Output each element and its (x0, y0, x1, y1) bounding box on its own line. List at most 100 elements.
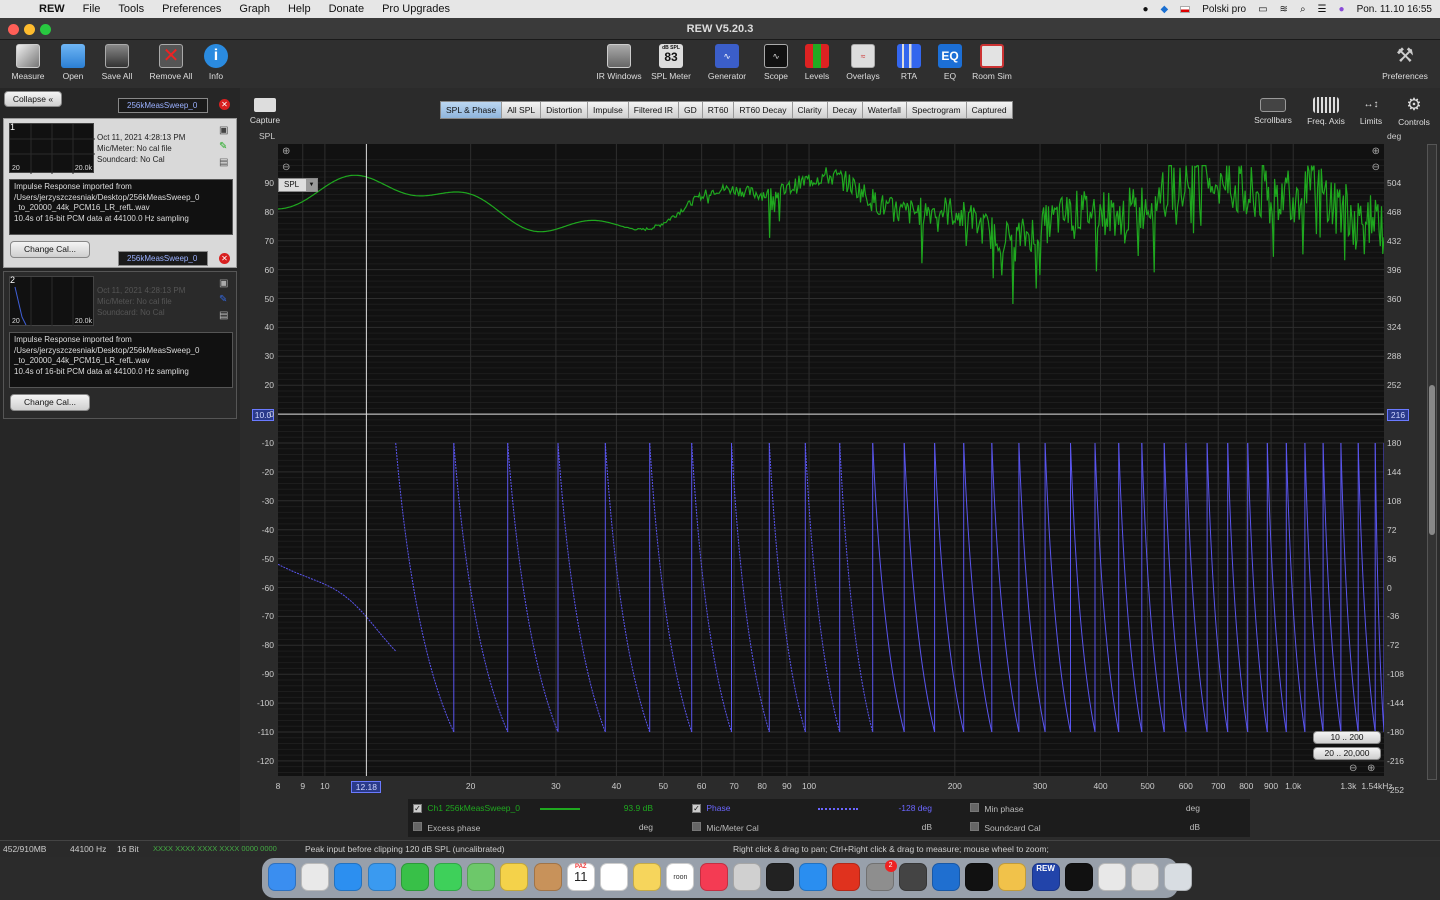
photo-app-icon[interactable] (998, 863, 1027, 891)
scrollbar-thumb[interactable] (1429, 385, 1435, 535)
tab-rt60[interactable]: RT60 (702, 102, 735, 118)
levels-button[interactable]: Levels (792, 44, 842, 81)
legend-row-spl[interactable]: ✓ Ch1 256kMeasSweep_0 93.9 dB (413, 803, 683, 813)
legend-row-excess-phase[interactable]: Excess phase deg (413, 822, 683, 833)
measurement-card-2[interactable]: 2 20 20.0k Oct 11, 2021 4:28:13 PM Mic/M… (3, 271, 237, 419)
freq-axis-button[interactable]: Freq. Axis (1301, 96, 1351, 126)
color-pen-icon[interactable]: ✎ (219, 294, 227, 305)
roon-icon[interactable]: roon (666, 863, 695, 891)
save-icon[interactable]: ▣ (219, 278, 228, 289)
menu-donate[interactable]: Donate (320, 3, 373, 15)
spl-meter-button[interactable]: dB SPL 83 SPL Meter (646, 44, 696, 81)
app-store-icon[interactable] (799, 863, 828, 891)
tab-distortion[interactable]: Distortion (541, 102, 589, 118)
menu-preferences[interactable]: Preferences (153, 3, 230, 15)
open-button[interactable]: Open (48, 44, 98, 81)
delete-measurement-icon[interactable]: ✕ (219, 253, 230, 264)
facetime-icon[interactable] (400, 863, 429, 891)
measurement-card-1[interactable]: 1 20 20.0k Oct 11, 2021 4:28:13 PM Mic/M… (3, 118, 237, 268)
range-10-200-button[interactable]: 10 .. 200 (1313, 731, 1381, 744)
info-button[interactable]: i Info (191, 44, 241, 81)
legend-row-mic-cal[interactable]: Mic/Meter Cal dB (692, 822, 962, 833)
legend-row-soundcard-cal[interactable]: Soundcard Cal dB (970, 822, 1240, 833)
minimize-window-button[interactable] (24, 24, 35, 35)
tab-spl-phase[interactable]: SPL & Phase (441, 102, 503, 118)
battery-icon[interactable]: ▭ (1258, 4, 1267, 15)
zoom-in-icon[interactable]: ⊕ (282, 146, 290, 157)
checkbox-checked-icon[interactable]: ✓ (413, 804, 422, 813)
menu-file[interactable]: File (74, 3, 110, 15)
zoom-in-icon[interactable]: ⊕ (1372, 146, 1380, 157)
notes-icon[interactable]: ▤ (219, 310, 228, 321)
downloads-icon[interactable] (1131, 863, 1160, 891)
tab-spectrogram[interactable]: Spectrogram (906, 102, 967, 118)
graph-canvas[interactable] (278, 144, 1384, 776)
zoom-out-icon[interactable]: ⊖ (1349, 763, 1357, 774)
zoom-window-button[interactable] (40, 24, 51, 35)
menu-app[interactable]: REW (30, 3, 74, 15)
checkbox-icon[interactable] (413, 822, 422, 831)
rew-dock-icon[interactable]: REW (1031, 863, 1060, 891)
music-icon[interactable] (699, 863, 728, 891)
legend-row-phase[interactable]: ✓ Phase -128 deg (692, 803, 962, 813)
tab-waterfall[interactable]: Waterfall (862, 102, 907, 118)
maps-icon[interactable] (467, 863, 496, 891)
capture-button[interactable]: Capture (240, 96, 290, 125)
tab-decay[interactable]: Decay (827, 102, 863, 118)
menu-pro-upgrades[interactable]: Pro Upgrades (373, 3, 459, 15)
photos-icon[interactable] (500, 863, 529, 891)
flash-icon[interactable] (832, 863, 861, 891)
tab-impulse[interactable]: Impulse (588, 102, 629, 118)
system-preferences-icon[interactable]: 2 (865, 860, 897, 891)
teamviewer2-icon[interactable] (965, 863, 994, 891)
zoom-out-icon[interactable]: ⊖ (282, 162, 290, 173)
search-icon[interactable]: ⌕ (1300, 4, 1306, 15)
scrollbars-button[interactable]: Scrollbars (1248, 96, 1298, 125)
remove-all-button[interactable]: ✕ Remove All (146, 44, 196, 81)
keyboard-layout[interactable]: Polski pro (1202, 4, 1246, 15)
change-cal-button[interactable]: Change Cal... (10, 394, 90, 411)
teamviewer-icon[interactable] (932, 863, 960, 891)
spl-dropdown[interactable]: SPL ▼ (278, 178, 318, 192)
generator-button[interactable]: ∿ Generator (702, 44, 752, 81)
trash-icon[interactable] (1164, 863, 1193, 891)
control-center-icon[interactable]: ☰ (1318, 4, 1327, 15)
menu-graph[interactable]: Graph (230, 3, 279, 15)
tab-gd[interactable]: GD (679, 102, 703, 118)
spl-phase-graph[interactable]: SPL ▼ ⊕ ⊖ ⊕ ⊖ 10 .. 200 20 .. 20,000 ⊖ ⊕ (278, 144, 1384, 776)
measurement-name-field[interactable]: 256kMeasSweep_0 (118, 98, 208, 113)
mail-icon[interactable] (367, 863, 396, 891)
room-sim-button[interactable]: Room Sim (967, 44, 1017, 81)
checkbox-checked-icon[interactable]: ✓ (692, 804, 701, 813)
logic-icon[interactable] (766, 863, 794, 891)
save-all-button[interactable]: Save All (92, 44, 142, 81)
change-cal-button[interactable]: Change Cal... (10, 241, 90, 258)
finder-icon[interactable] (268, 863, 296, 891)
ir-windows-button[interactable]: IR Windows (594, 44, 644, 81)
tab-all-spl[interactable]: All SPL (502, 102, 542, 118)
audio-midi-icon[interactable] (898, 863, 927, 891)
checkbox-icon[interactable] (692, 822, 701, 831)
measure-button[interactable]: Measure (3, 44, 53, 81)
menu-tools[interactable]: Tools (109, 3, 153, 15)
tab-captured[interactable]: Captured (966, 102, 1012, 118)
teamviewer-icon[interactable]: ◆ (1160, 4, 1168, 15)
clock[interactable]: Pon. 11.10 16:55 (1357, 4, 1432, 15)
contacts-icon[interactable] (533, 863, 562, 891)
disk-utility-icon[interactable] (732, 863, 761, 891)
color-pen-icon[interactable]: ✎ (219, 141, 227, 152)
legend-row-min-phase[interactable]: Min phase deg (970, 803, 1240, 814)
zoom-in-icon[interactable]: ⊕ (1367, 763, 1375, 774)
calendar-icon[interactable]: PAŹ 11 (566, 863, 595, 891)
messages-icon[interactable] (434, 863, 462, 891)
save-icon[interactable]: ▣ (219, 125, 228, 136)
close-window-button[interactable] (8, 24, 19, 35)
creative-cloud-icon[interactable]: ● (1142, 4, 1148, 15)
notes-icon[interactable] (633, 863, 662, 891)
logic2-icon[interactable] (1064, 863, 1093, 891)
safari-icon[interactable] (334, 863, 363, 891)
controls-button[interactable]: ⚙ Controls (1389, 96, 1439, 128)
overlays-button[interactable]: ≈ Overlays (838, 44, 888, 81)
collapse-button[interactable]: Collapse « (4, 91, 62, 107)
reminders-icon[interactable] (600, 863, 628, 891)
